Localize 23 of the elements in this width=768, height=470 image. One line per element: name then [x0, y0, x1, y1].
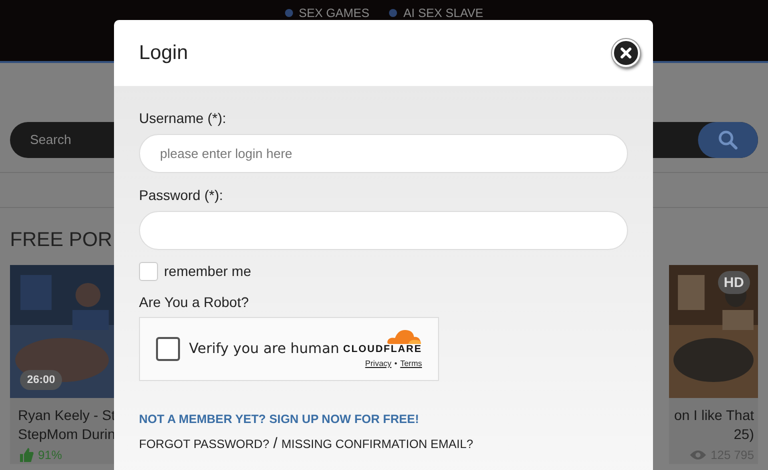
username-field[interactable]: please enter login here [139, 134, 628, 173]
video-card[interactable]: 26:00 Ryan Keely - St StepMom Durin 91% [10, 265, 114, 464]
field-label: Username (*): [139, 110, 228, 126]
captcha-link[interactable]: Privacy [365, 358, 392, 370]
captcha-question: Are You a Robot? [139, 294, 250, 310]
checkbox-label: remember me [164, 262, 252, 281]
nav-link[interactable]: AI SEX SLAVE [389, 5, 484, 21]
forgot-password-link[interactable]: FORGOT PASSWORD? [139, 435, 270, 454]
captcha-label: Verify you are human [189, 340, 340, 358]
confirmation-email-link[interactable]: MISSING CONFIRMATION EMAIL? [281, 435, 474, 454]
nav-link[interactable]: SEX GAMES [284, 5, 370, 21]
link-separator: / [273, 434, 278, 454]
dialog-title: Login [139, 41, 188, 66]
captcha-link[interactable]: Terms [400, 358, 422, 370]
section-title: FREE POR [10, 228, 112, 252]
field-label: Password (*): [139, 187, 224, 203]
video-title[interactable]: on I like That 25) [674, 398, 758, 444]
signup-link[interactable]: NOT A MEMBER YET? SIGN UP NOW FOR FREE! [139, 410, 420, 428]
rating-value: 91% [38, 447, 62, 464]
brand-label: CLOUDFLARE [343, 344, 422, 356]
video-title[interactable]: Ryan Keely - St StepMom Durin [10, 398, 114, 444]
link-separator: • [394, 358, 398, 370]
search-placeholder: Search [29, 131, 72, 150]
